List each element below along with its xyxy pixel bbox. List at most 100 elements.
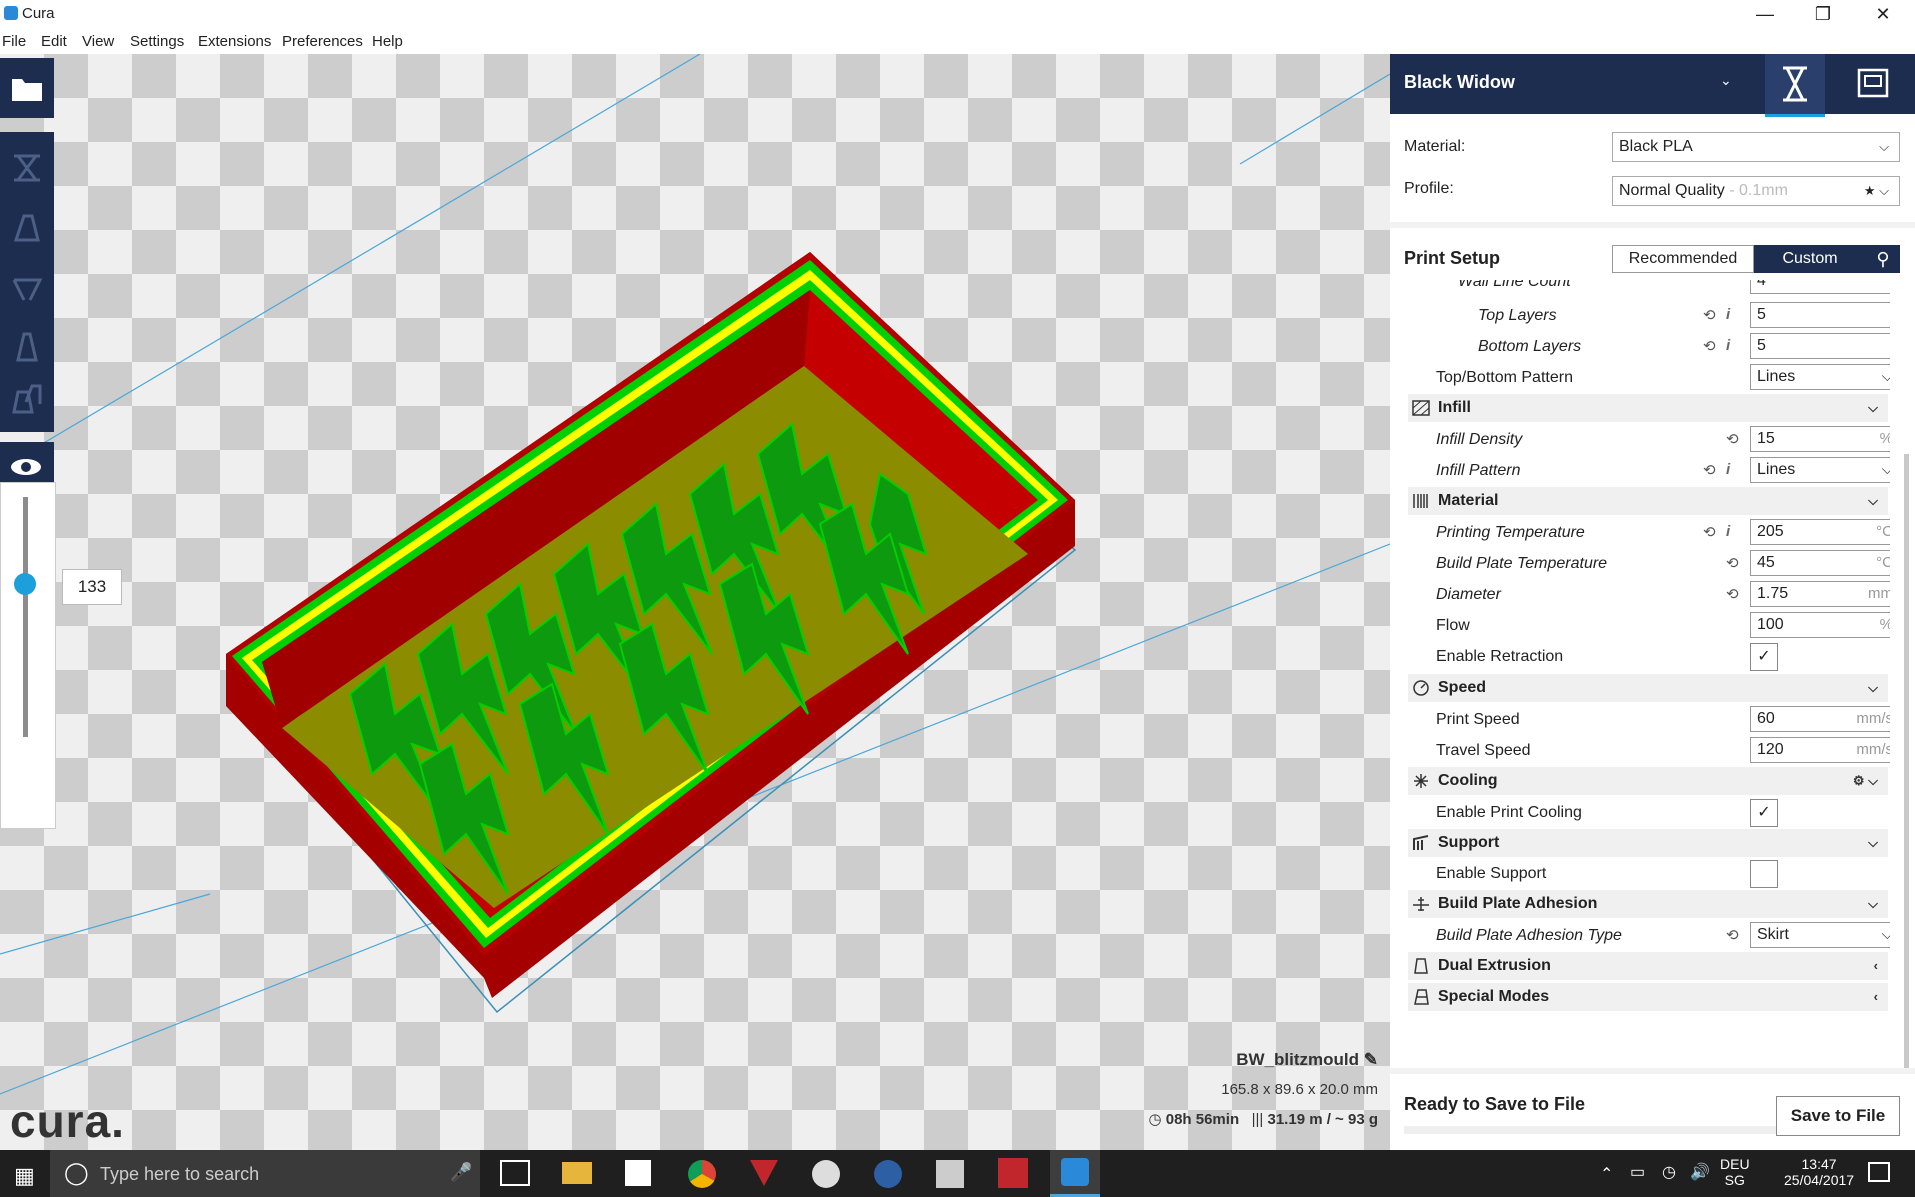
reset-icon[interactable]: ⟲ xyxy=(1703,306,1716,324)
chevron-down-icon: ⌵ xyxy=(1868,493,1878,508)
material-label: Material: xyxy=(1404,138,1466,155)
info-icon[interactable]: i xyxy=(1726,461,1730,478)
network-icon[interactable]: ◷ xyxy=(1662,1162,1676,1182)
info-icon[interactable]: i xyxy=(1726,306,1730,323)
setting-build-plate-temperature: Build Plate Temperature ⟲ 45 °C xyxy=(1390,550,1890,578)
category-dual-extrusion[interactable]: Dual Extrusion ‹ xyxy=(1408,952,1888,980)
tool-panel xyxy=(0,132,54,432)
scale-tool-icon[interactable] xyxy=(10,210,44,244)
cura-taskbar-button[interactable] xyxy=(1050,1150,1100,1197)
minimize-button[interactable]: — xyxy=(1737,0,1793,28)
star-chevron-icon: ★ ⌵ xyxy=(1863,183,1889,198)
chevron-down-icon: ⌵ xyxy=(1868,680,1878,695)
prepare-mode-tab[interactable] xyxy=(1765,54,1825,117)
setting-infill-pattern: Infill Pattern ⟲ i Lines ⌵ xyxy=(1390,457,1890,485)
battery-icon[interactable]: ▭ xyxy=(1630,1162,1645,1182)
checkbox[interactable]: ✓ xyxy=(1750,643,1778,671)
menu-view[interactable]: View xyxy=(82,33,114,50)
setting-infill-density: Infill Density⟲15% xyxy=(1390,426,1890,454)
layer-slider-handle[interactable] xyxy=(14,573,36,595)
move-tool-icon[interactable] xyxy=(10,150,44,184)
search-icon[interactable]: ⚲ xyxy=(1866,245,1900,273)
vivaldi-icon[interactable] xyxy=(750,1160,778,1186)
gear-chevron-icon: ⚙ ⌵ xyxy=(1852,773,1878,788)
language-indicator[interactable]: DEU SG xyxy=(1720,1156,1750,1188)
category-infill[interactable]: Infill ⌵ xyxy=(1408,394,1888,422)
category-build-plate-adhesion[interactable]: Build Plate Adhesion ⌵ xyxy=(1408,890,1888,918)
menu-preferences[interactable]: Preferences xyxy=(282,33,363,50)
category-material[interactable]: Material ⌵ xyxy=(1408,487,1888,515)
file-explorer-icon[interactable] xyxy=(562,1162,592,1184)
microphone-icon[interactable]: 🎤 xyxy=(450,1162,472,1183)
menu-settings[interactable]: Settings xyxy=(130,33,184,50)
store-icon[interactable] xyxy=(625,1160,651,1186)
setting-travel-speed: Travel Speed 120 mm/s xyxy=(1390,737,1890,765)
app-icon[interactable] xyxy=(874,1160,902,1188)
profile-select[interactable]: Normal Quality - 0.1mm ★ ⌵ xyxy=(1612,176,1900,206)
layer-slider-track[interactable] xyxy=(23,497,28,737)
eye-icon xyxy=(11,459,41,475)
divider xyxy=(1390,222,1915,228)
printer-name[interactable]: Black Widow xyxy=(1404,72,1515,93)
category-speed[interactable]: Speed ⌵ xyxy=(1408,674,1888,702)
reset-icon[interactable]: ⟲ xyxy=(1703,337,1716,355)
tab-custom[interactable]: Custom xyxy=(1754,245,1866,273)
restore-button[interactable]: ❐ xyxy=(1795,0,1851,28)
save-to-file-button[interactable]: Save to File xyxy=(1776,1096,1900,1136)
info-icon[interactable]: i xyxy=(1726,523,1730,540)
app-icon[interactable] xyxy=(812,1160,840,1188)
settings-list[interactable]: Wall Line Count 4 Top Layers ⟲ i 5 Bottom La… xyxy=(1390,280,1890,1080)
chevron-down-icon: ⌵ xyxy=(1881,461,1890,478)
monitor-mode-tab[interactable] xyxy=(1835,54,1915,114)
reset-icon[interactable]: ⟲ xyxy=(1726,430,1739,448)
checkbox[interactable]: ✓ xyxy=(1750,799,1778,827)
open-file-button[interactable] xyxy=(0,58,54,118)
object-dimensions: 165.8 x 89.6 x 20.0 mm xyxy=(1221,1081,1378,1098)
tab-recommended[interactable]: Recommended xyxy=(1612,245,1754,273)
adhesion-icon xyxy=(1413,897,1429,911)
clock[interactable]: 13:47 25/04/2017 xyxy=(1784,1156,1854,1188)
profile-label: Profile: xyxy=(1404,180,1454,197)
menu-bar: File Edit View Settings Extensions Prefe… xyxy=(0,28,1915,54)
windows-start-icon[interactable]: ▦ xyxy=(14,1163,35,1189)
reset-icon[interactable]: ⟲ xyxy=(1726,926,1739,944)
solidworks-icon[interactable] xyxy=(998,1158,1028,1188)
info-icon[interactable]: i xyxy=(1726,337,1730,354)
pencil-icon[interactable]: ✎ xyxy=(1364,1050,1378,1069)
reset-icon[interactable]: ⟲ xyxy=(1726,554,1739,572)
task-view-icon[interactable] xyxy=(500,1160,530,1186)
checkbox[interactable] xyxy=(1750,860,1778,888)
speed-icon xyxy=(1413,680,1429,696)
volume-icon[interactable]: 🔊 xyxy=(1690,1162,1710,1182)
rotate-tool-icon[interactable] xyxy=(10,270,44,304)
menu-file[interactable]: File xyxy=(2,33,26,50)
notification-icon[interactable] xyxy=(1868,1162,1890,1182)
reset-icon[interactable]: ⟲ xyxy=(1703,461,1716,479)
setting-row: Wall Line Count 4 xyxy=(1390,280,1890,296)
material-select[interactable]: Black PLA ⌵ xyxy=(1612,132,1900,162)
setting-top-bottom-pattern: Top/Bottom Pattern Lines ⌵ xyxy=(1390,364,1890,392)
menu-extensions[interactable]: Extensions xyxy=(198,33,271,50)
category-special-modes[interactable]: Special Modes ‹ xyxy=(1408,983,1888,1011)
3d-viewport[interactable]: 133 cura. BW_blitzmould ✎ 165.8 x 89.6 x… xyxy=(0,54,1390,1150)
menu-help[interactable]: Help xyxy=(372,33,403,50)
chrome-icon[interactable] xyxy=(688,1160,716,1188)
settings-scrollbar[interactable] xyxy=(1904,454,1909,1074)
mirror-tool-icon[interactable] xyxy=(10,330,44,364)
tray-chevron-icon[interactable]: ⌃ xyxy=(1600,1164,1613,1184)
category-cooling[interactable]: Cooling ⚙ ⌵ xyxy=(1408,767,1888,795)
spool-icon: ||| xyxy=(1251,1111,1264,1128)
layer-slider-panel xyxy=(0,482,56,829)
chevron-down-icon: ⌵ xyxy=(1868,835,1878,850)
category-support[interactable]: Support ⌵ xyxy=(1408,829,1888,857)
app-icon[interactable] xyxy=(936,1160,964,1188)
reset-icon[interactable]: ⟲ xyxy=(1703,523,1716,541)
taskbar-search[interactable]: ◯ Type here to search 🎤 xyxy=(50,1150,480,1197)
layer-number-input[interactable]: 133 xyxy=(62,569,122,605)
close-button[interactable]: ✕ xyxy=(1855,0,1911,28)
per-model-settings-icon[interactable] xyxy=(10,382,44,416)
printer-dropdown-icon[interactable]: ⌄ xyxy=(1720,72,1732,89)
reset-icon[interactable]: ⟲ xyxy=(1726,585,1739,603)
setting-flow: Flow100% xyxy=(1390,612,1890,640)
menu-edit[interactable]: Edit xyxy=(41,33,67,50)
